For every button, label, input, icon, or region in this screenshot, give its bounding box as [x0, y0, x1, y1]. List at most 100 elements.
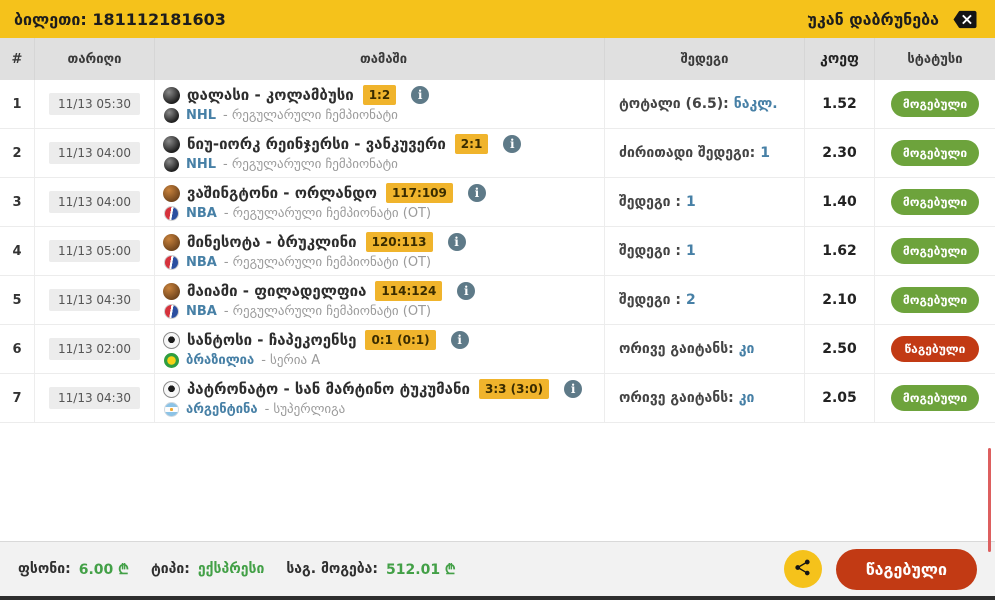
table-row: 6 11/13 02:00 სანტოსი - ჩაპეკოენსე 0:1 (…	[0, 325, 995, 374]
score-badge: 2:1	[454, 134, 489, 154]
league-icon	[164, 353, 179, 368]
row-date-cell: 11/13 04:30	[35, 276, 155, 324]
bet-pick[interactable]: 1	[686, 243, 696, 259]
payout-pair: საგ. მოგება: 512.01 ₾	[286, 560, 455, 579]
odds-value: 1.52	[805, 80, 875, 128]
table-row: 4 11/13 05:00 მინესოტა - ბრუკლინი 120:11…	[0, 227, 995, 276]
bet-market: ძირითადი შედეგი:	[619, 145, 756, 161]
info-icon[interactable]: i	[450, 331, 469, 349]
match-teams: ნიუ-იორკ რეინჯერსი - ვანკუვერი	[187, 135, 446, 153]
league-name[interactable]: NHL	[186, 157, 216, 172]
status-badge: მოგებული	[890, 140, 980, 166]
ticket-number: 181112181603	[92, 9, 226, 29]
column-header-status: სტატუსი	[907, 51, 963, 67]
bet-pick[interactable]: 1	[686, 194, 696, 210]
row-number: 2	[0, 129, 35, 177]
bet-pick[interactable]: 1	[760, 145, 770, 161]
date-badge: 11/13 04:30	[49, 387, 140, 409]
score-badge: 0:1 (0:1)	[365, 330, 436, 350]
info-icon[interactable]: i	[503, 135, 522, 153]
league-name[interactable]: არგენტინა	[186, 402, 258, 417]
row-date-cell: 11/13 05:30	[35, 80, 155, 128]
status-badge: მოგებული	[890, 91, 980, 117]
info-icon[interactable]: i	[447, 233, 466, 251]
bet-pick[interactable]: ნაკლ.	[734, 96, 778, 112]
bet-market: შედეგი :	[619, 194, 682, 210]
table-row: 3 11/13 04:00 ვაშინგტონი - ორლანდო 117:1…	[0, 178, 995, 227]
back-button-label: უკან დაბრუნება	[807, 9, 939, 29]
league-name[interactable]: NBA	[186, 304, 217, 319]
status-cell: მოგებული	[875, 178, 995, 226]
row-number: 7	[0, 374, 35, 422]
match-teams: სანტოსი - ჩაპეკოენსე	[187, 331, 357, 349]
league-icon	[164, 206, 179, 221]
league-detail: - რეგულარული ჩემპიონატი (OT)	[223, 206, 432, 221]
row-number: 5	[0, 276, 35, 324]
status-badge: მოგებული	[890, 287, 980, 313]
result-cell: ძირითადი შედეგი: 1	[605, 129, 805, 177]
status-badge: წაგებული	[891, 336, 979, 362]
sport-icon	[163, 331, 180, 349]
status-badge: მოგებული	[890, 189, 980, 215]
back-button[interactable]: უკან დაბრუნება	[807, 8, 981, 31]
game-cell: სანტოსი - ჩაპეკოენსე 0:1 (0:1) i ბრაზილი…	[155, 325, 605, 373]
match-teams: დალასი - კოლამბუსი	[187, 86, 354, 104]
result-cell: ტოტალი (6.5): ნაკლ.	[605, 80, 805, 128]
date-badge: 11/13 04:30	[49, 289, 140, 311]
date-badge: 11/13 04:00	[49, 191, 140, 213]
empty-area	[0, 423, 995, 541]
status-badge: მოგებული	[890, 385, 980, 411]
score-badge: 117:109	[385, 183, 453, 203]
scrollbar-thumb[interactable]	[988, 448, 991, 552]
score-badge: 114:124	[375, 281, 443, 301]
sport-icon	[163, 380, 180, 398]
sport-icon	[163, 184, 180, 202]
share-button[interactable]	[783, 550, 822, 588]
league-name[interactable]: NBA	[186, 206, 217, 221]
row-date-cell: 11/13 04:30	[35, 374, 155, 422]
info-icon[interactable]: i	[411, 86, 430, 104]
sport-icon	[163, 233, 180, 251]
game-cell: მინესოტა - ბრუკლინი 120:113 i NBA - რეგუ…	[155, 227, 605, 275]
league-icon	[164, 255, 179, 270]
sport-icon	[163, 135, 180, 153]
row-date-cell: 11/13 04:00	[35, 129, 155, 177]
status-cell: მოგებული	[875, 276, 995, 324]
bet-market: ორივე გაიტანს:	[619, 390, 734, 406]
ticket-status-button[interactable]: წაგებული	[835, 548, 977, 590]
stake-label: ფსონი:	[18, 561, 71, 577]
match-teams: მაიამი - ფილადელფია	[187, 282, 367, 300]
result-cell: შედეგი : 2	[605, 276, 805, 324]
column-header-game: თამაში	[155, 38, 605, 80]
league-icon	[164, 108, 179, 123]
date-badge: 11/13 05:00	[49, 240, 140, 262]
bet-market: შედეგი :	[619, 243, 682, 259]
info-icon[interactable]: i	[564, 380, 583, 398]
info-icon[interactable]: i	[457, 282, 476, 300]
ticket-totals: ფსონი: 6.00 ₾ ტიპი: ექსპრესი საგ. მოგება…	[18, 560, 456, 579]
result-cell: ორივე გაიტანს: კი	[605, 374, 805, 422]
league-icon	[164, 157, 179, 172]
bet-pick[interactable]: კი	[739, 341, 755, 357]
info-icon[interactable]: i	[467, 184, 486, 202]
league-detail: - რეგულარული ჩემპიონატი	[223, 157, 398, 172]
column-header-date: თარიღი	[35, 38, 155, 80]
date-badge: 11/13 02:00	[49, 338, 140, 360]
ticket-label: ბილეთი:	[14, 9, 87, 29]
bet-pick[interactable]: კი	[739, 390, 755, 406]
match-teams: პატრონატო - სან მარტინო ტუკუმანი	[187, 380, 470, 398]
league-name[interactable]: NHL	[186, 108, 216, 123]
bet-pick[interactable]: 2	[686, 292, 696, 308]
table-row: 2 11/13 04:00 ნიუ-იორკ რეინჯერსი - ვანკუ…	[0, 129, 995, 178]
score-badge: 3:3 (3:0)	[478, 379, 550, 399]
odds-value: 2.10	[805, 276, 875, 324]
row-number: 4	[0, 227, 35, 275]
league-name[interactable]: NBA	[186, 255, 217, 270]
match-teams: მინესოტა - ბრუკლინი	[187, 233, 357, 251]
result-cell: შედეგი : 1	[605, 178, 805, 226]
match-teams: ვაშინგტონი - ორლანდო	[187, 184, 377, 202]
league-name[interactable]: ბრაზილია	[186, 353, 254, 368]
status-cell: მოგებული	[875, 80, 995, 128]
game-cell: ნიუ-იორკ რეინჯერსი - ვანკუვერი 2:1 i NHL…	[155, 129, 605, 177]
table-row: 5 11/13 04:30 მაიამი - ფილადელფია 114:12…	[0, 276, 995, 325]
